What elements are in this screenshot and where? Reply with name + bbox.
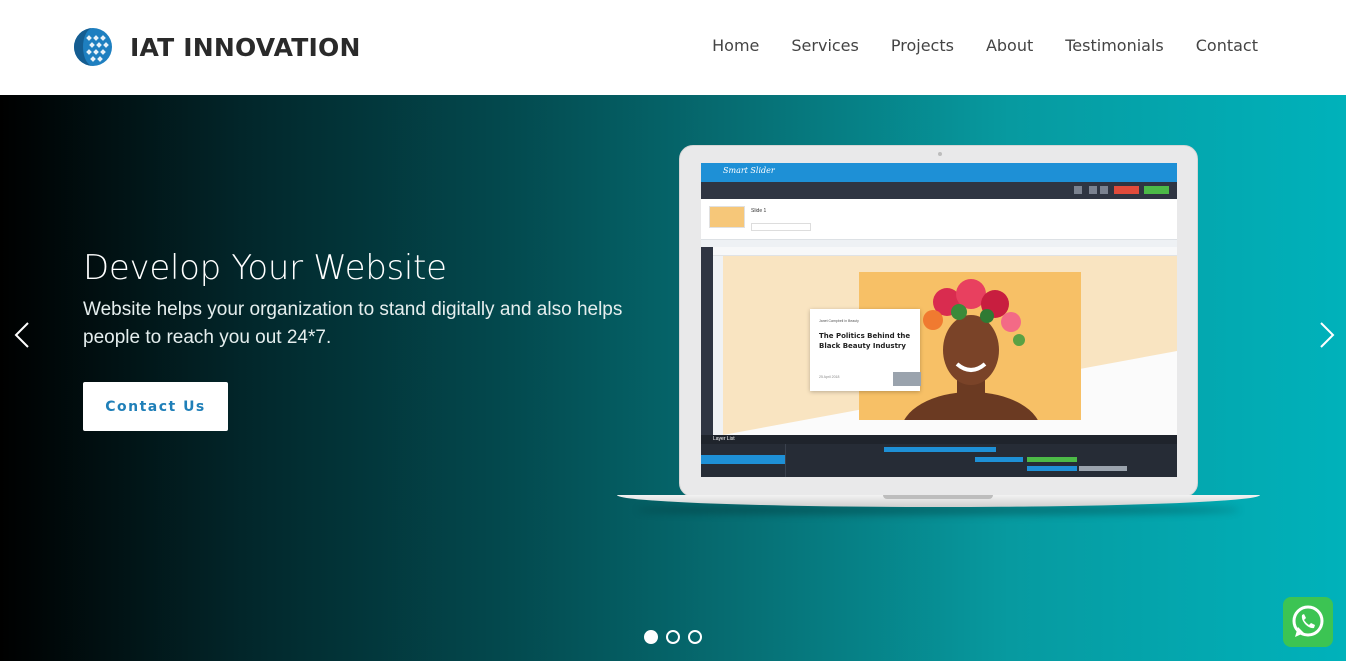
screen-timeline-bar [975,457,1023,462]
hero-slider: Develop Your Website Website helps your … [0,95,1346,661]
screen-timeline-header [701,435,1177,444]
screen-slide-label: Slide 1 [751,208,767,214]
laptop-mockup: Smart Slider Slide 1 Janet Campbell in B… [617,145,1260,515]
nav-services[interactable]: Services [791,36,858,56]
screen-slide-thumbnail [709,206,745,228]
screen-timeline-active-row [701,455,785,464]
screen-toolbar-button [1100,186,1108,194]
screen-card-author: Janet Campbell in Beauty [819,319,859,323]
screen-card-date: 25 April 2018 [819,375,840,379]
contact-us-button[interactable]: Contact Us [83,382,228,431]
nav-testimonials[interactable]: Testimonials [1065,36,1164,56]
screen-layer-list-label: Layer List [713,436,735,442]
screen-ruler [713,247,1177,256]
screen-slide-tabs [751,223,811,231]
screen-timeline-bar [1027,457,1077,462]
screen-article-card: Janet Campbell in Beauty The Politics Be… [810,309,921,391]
whatsapp-button[interactable] [1283,597,1333,647]
site-header: IAT INNOVATION Home Services Projects Ab… [0,0,1346,95]
brand-name: IAT INNOVATION [130,32,361,62]
screen-timeline: Layer List [701,435,1177,477]
screen-canvas: Janet Campbell in Beauty The Politics Be… [723,256,1177,435]
nav-projects[interactable]: Projects [891,36,954,56]
whatsapp-icon [1292,605,1324,637]
slider-dot-2[interactable] [666,630,680,644]
screen-card-button [893,372,921,386]
brand[interactable]: IAT INNOVATION [73,27,361,67]
screen-timeline-bar [1079,466,1127,471]
hero-text: Website helps your organization to stand… [83,299,623,348]
main-nav: Home Services Projects About Testimonial… [680,36,1258,56]
screen-card-title: The Politics Behind the Black Beauty Ind… [819,332,911,350]
screen-toolbar-button [1074,186,1082,194]
screen-cancel-button [1114,186,1139,194]
nav-about[interactable]: About [986,36,1033,56]
nav-home[interactable]: Home [712,36,759,56]
screen-timeline-bar [1027,466,1077,471]
laptop-screen: Smart Slider Slide 1 Janet Campbell in B… [701,163,1177,477]
chevron-left-icon[interactable] [8,320,38,350]
laptop-notch [883,495,993,499]
nav-contact[interactable]: Contact [1196,36,1258,56]
screen-vertical-ruler [713,256,723,435]
slider-dot-1[interactable] [644,630,658,644]
hero-title: Develop Your Website [83,248,447,288]
screen-app-logo: Smart Slider [723,166,775,175]
chevron-right-icon[interactable] [1312,320,1342,350]
screen-timeline-divider [785,444,786,477]
screen-timeline-bar [884,447,996,452]
screen-side-panel [701,247,713,435]
screen-toolbar-button [1089,186,1097,194]
screen-editor-bar [701,239,1177,247]
laptop-lid: Smart Slider Slide 1 Janet Campbell in B… [679,145,1198,497]
screen-save-button [1144,186,1169,194]
slider-dots [644,630,702,644]
slider-dot-3[interactable] [688,630,702,644]
laptop-camera [938,152,942,156]
globe-logo-icon [74,28,112,66]
